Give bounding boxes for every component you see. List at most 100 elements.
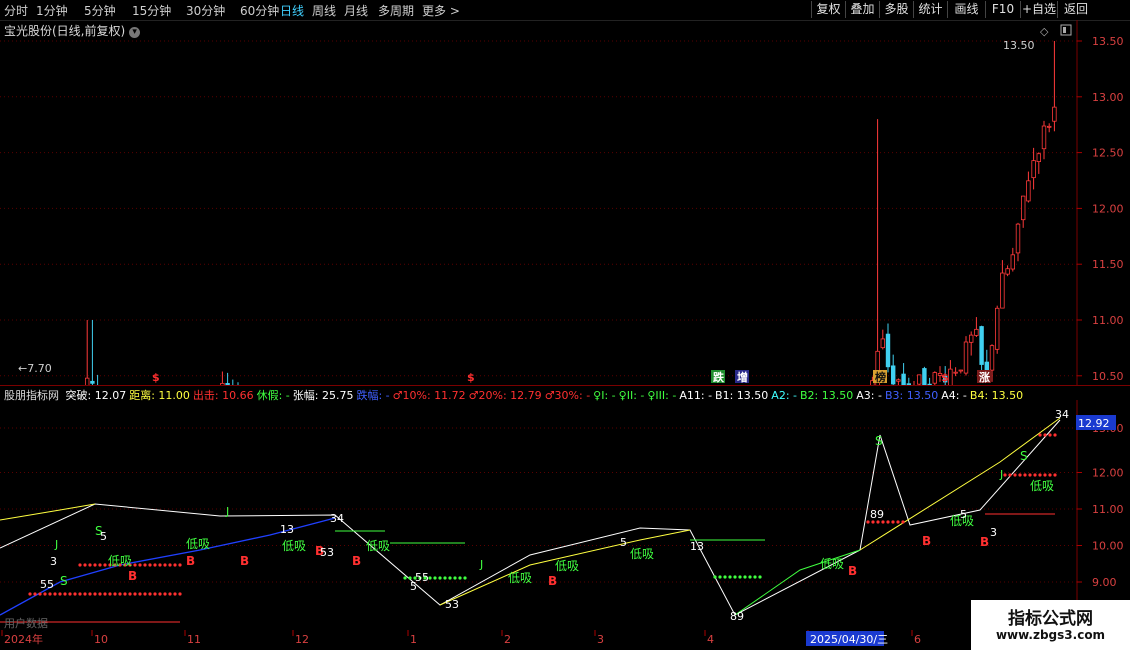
price-grid xyxy=(0,40,1077,377)
support-dot xyxy=(78,563,82,567)
support-dot xyxy=(78,592,82,596)
support-dot xyxy=(38,592,42,596)
period-tab-more[interactable]: 更多 > xyxy=(422,2,460,19)
settings-icon[interactable] xyxy=(1060,24,1072,36)
signal-label: B xyxy=(848,564,857,578)
support-dot xyxy=(713,575,717,579)
support-dot xyxy=(163,563,167,567)
support-dot xyxy=(58,592,62,596)
period-tab-timeshare[interactable]: 分时 xyxy=(4,2,28,19)
signal-label: 34 xyxy=(330,512,344,525)
signal-label: 5 xyxy=(620,536,627,549)
support-dot xyxy=(723,575,727,579)
candle xyxy=(948,360,953,385)
signal-label: 53 xyxy=(320,546,334,559)
signal-label: B xyxy=(240,554,249,568)
period-tab-multi[interactable]: 多周期 xyxy=(378,2,414,19)
support-dot xyxy=(178,563,182,567)
period-tab-weekly[interactable]: 周线 xyxy=(312,2,336,19)
support-dot xyxy=(73,592,77,596)
support-dot xyxy=(28,592,32,596)
candle xyxy=(974,317,979,337)
signal-label: B xyxy=(548,574,557,588)
support-dot xyxy=(1038,473,1042,477)
price-axis: 13.5013.0012.5012.0011.5011.0010.5010.00… xyxy=(1077,35,1124,383)
support-dot xyxy=(1008,473,1012,477)
signal-label: B xyxy=(980,535,989,549)
draw-line-button[interactable]: 画线 xyxy=(947,1,985,18)
signal-label: 55 xyxy=(415,571,429,584)
support-dot xyxy=(758,575,762,579)
support-dot xyxy=(138,592,142,596)
support-dot xyxy=(458,576,462,580)
signal-label: S xyxy=(1020,449,1028,463)
multi-stock-button[interactable]: 多股 xyxy=(879,1,913,18)
candle xyxy=(225,372,230,385)
svg-text:涨: 涨 xyxy=(979,370,990,384)
candle xyxy=(1031,147,1036,190)
candlestick-chart[interactable]: 13.5013.0012.5012.0011.5011.0010.5010.00… xyxy=(0,20,1130,385)
date-label: 4 xyxy=(707,633,714,646)
support-dot xyxy=(1048,473,1052,477)
event-marker: $ xyxy=(467,371,475,384)
support-dot xyxy=(728,575,732,579)
candle xyxy=(90,320,95,385)
support-dot xyxy=(153,563,157,567)
indicator-tick-label: 9.00 xyxy=(1092,576,1117,589)
period-tab-5min[interactable]: 5分钟 xyxy=(84,2,116,19)
panel-divider xyxy=(0,385,1130,386)
support-dot xyxy=(173,592,177,596)
event-marker: 增 xyxy=(735,370,749,384)
indicator-tick-label: 11.00 xyxy=(1092,503,1124,516)
support-dot xyxy=(443,576,447,580)
signal-label: B xyxy=(186,554,195,568)
f10-button[interactable]: F10 xyxy=(985,1,1020,18)
candle xyxy=(1005,265,1010,277)
support-dot xyxy=(118,592,122,596)
back-button[interactable]: 返回 xyxy=(1057,1,1094,18)
date-label: 1 xyxy=(410,633,417,646)
candle xyxy=(927,377,932,385)
adjust-button[interactable]: 复权 xyxy=(811,1,845,18)
period-tab-1min[interactable]: 1分钟 xyxy=(36,2,68,19)
candle xyxy=(953,367,958,377)
price-tick-label: 12.00 xyxy=(1092,202,1124,215)
support-dot xyxy=(1003,473,1007,477)
candle xyxy=(995,305,1000,354)
period-toolbar: 分时 1分钟 5分钟 15分钟 30分钟 60分钟 日线 周线 月线 多周期 更… xyxy=(0,0,1130,21)
indicator-chart[interactable]: 13.0012.0011.0010.009.00 12.92 低吸低吸低吸低吸低… xyxy=(0,400,1130,630)
candle xyxy=(1010,247,1015,272)
period-tab-15min[interactable]: 15分钟 xyxy=(132,2,171,19)
add-watchlist-button[interactable]: +自选 xyxy=(1020,1,1057,18)
signal-label: 低吸 xyxy=(282,539,306,553)
signal-label: 低吸 xyxy=(820,557,844,571)
candle xyxy=(979,325,984,377)
support-dot xyxy=(33,592,37,596)
support-dot xyxy=(163,592,167,596)
signal-label: 低吸 xyxy=(186,537,210,551)
period-tab-daily[interactable]: 日线 xyxy=(280,2,304,19)
candle xyxy=(969,331,974,356)
candle xyxy=(922,366,927,385)
support-dot xyxy=(83,592,87,596)
diamond-icon[interactable]: ◇ xyxy=(1040,25,1049,38)
date-label: 3 xyxy=(597,633,604,646)
statistics-button[interactable]: 统计 xyxy=(913,1,947,18)
signal-label: 89 xyxy=(870,508,884,521)
period-tab-monthly[interactable]: 月线 xyxy=(344,2,368,19)
support-dot xyxy=(133,563,137,567)
candle xyxy=(1015,222,1021,262)
overlay-button[interactable]: 叠加 xyxy=(845,1,879,18)
support-dot xyxy=(148,592,152,596)
period-tab-30min[interactable]: 30分钟 xyxy=(186,2,225,19)
period-tab-60min[interactable]: 60分钟 xyxy=(240,2,279,19)
support-dot xyxy=(1018,473,1022,477)
support-dot xyxy=(1028,473,1032,477)
candle xyxy=(1052,41,1057,132)
signal-label: 3 xyxy=(50,555,57,568)
support-dot xyxy=(886,520,890,524)
support-dot xyxy=(173,563,177,567)
date-label: 2025/04/30/三 xyxy=(810,633,888,646)
date-label: 2024年 xyxy=(4,632,43,646)
signal-label: J xyxy=(999,468,1003,481)
